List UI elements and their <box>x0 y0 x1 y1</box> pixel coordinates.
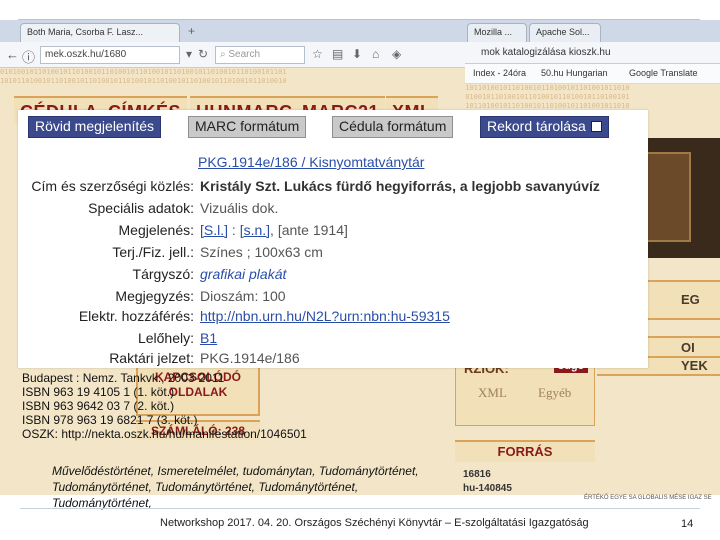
back-footer-small: ÉRTÉKŐ EGYE SA GLOBALIS MÉSE IGAZ SE <box>584 495 712 501</box>
library-icon[interactable]: ▤ <box>332 47 343 61</box>
field-value-extent: Színes ; 100x63 cm <box>200 244 323 260</box>
subjects-line-2: Tudománytörténet, Tudománytörténet, Tudo… <box>52 480 359 510</box>
version-xml-link[interactable]: XML <box>478 385 507 401</box>
field-value-subject[interactable]: grafikai plakát <box>200 266 648 282</box>
field-value-location: B1 <box>200 330 648 346</box>
bib-line-2: ISBN 963 19 4105 1 (1. köt.) <box>22 385 175 399</box>
download-icon[interactable]: ⬇ <box>352 47 362 61</box>
field-row-extent: Terj./Fiz. jell.: Színes ; 100x63 cm <box>18 244 648 264</box>
field-row-publication: Megjelenés: [S.l.] : [s.n.], [ante 1914] <box>18 222 648 242</box>
field-value-electronic: http://nbn.urn.hu/N2L?urn:nbn:hu-59315 <box>200 308 648 324</box>
back-address-text: mok katalogizálása kioszk.hu <box>481 47 611 58</box>
field-label: Tárgyszó: <box>132 266 194 282</box>
url-input[interactable]: mek.oszk.hu/1680 <box>40 46 180 64</box>
field-value-publication: [S.l.] : [s.n.], [ante 1914] <box>200 222 648 238</box>
back-address-bar[interactable]: mok katalogizálása kioszk.hu <box>461 42 720 64</box>
bib-line-3: ISBN 963 9642 03 7 (2. köt.) <box>22 399 175 413</box>
bib-line-5[interactable]: OSZK: http://nekta.oszk.hu/hu/manifestat… <box>22 427 444 441</box>
forras-header: FORRÁS <box>455 440 595 462</box>
new-tab-icon[interactable]: + <box>188 24 195 38</box>
field-row-shelfmark: Raktári jelzet: PKG.1914e/186 <box>18 350 648 370</box>
bookmark-index[interactable]: Index - 24óra <box>473 68 526 78</box>
record-title-link[interactable]: PKG.1914e/186 / Kisnyomtatványtár <box>198 154 424 170</box>
main-tab[interactable]: Both Maria, Csorba F. Lasz... <box>20 23 180 42</box>
page-number: 14 <box>681 518 694 530</box>
back-arrow-icon[interactable]: ← <box>6 47 19 62</box>
bookmark-50hu[interactable]: 50.hu Hungarian <box>541 68 608 78</box>
bib-line-1: Budapest : Nemz. Tankvk., 2003-2011 <box>22 371 225 385</box>
cedula-format-button[interactable]: Cédula formátum <box>332 116 454 138</box>
home-icon[interactable]: ⌂ <box>372 47 379 61</box>
field-row-electronic: Elektr. hozzáférés: http://nbn.urn.hu/N2… <box>18 308 648 328</box>
record-popup: Rövid megjelenítés MARC formátum Cédula … <box>18 110 648 368</box>
bookmark-google-translate[interactable]: Google Translate <box>629 68 698 78</box>
shield-icon[interactable]: ◈ <box>392 47 401 61</box>
field-label: Terj./Fiz. jell.: <box>112 244 194 260</box>
back-tab-1[interactable]: Mozilla ... <box>467 23 527 42</box>
bib-line-4: ISBN 978 963 19 6821 7 (3. köt.) <box>22 413 198 427</box>
bib-details: Budapest : Nemz. Tankvk., 2003-2011 ISBN… <box>22 371 444 441</box>
field-label: Speciális adatok: <box>88 200 194 216</box>
reload-icon[interactable]: ↻ <box>198 47 208 61</box>
subjects-line-1: Művelődéstörténet, Ismeretelmélet, tudom… <box>52 464 419 478</box>
star-icon[interactable]: ☆ <box>312 47 323 61</box>
field-row-note: Megjegyzés: Dioszám: 100 <box>18 288 648 308</box>
field-value-shelfmark: PKG.1914e/186 <box>200 350 300 366</box>
binary-strip: 0101001011010010110100101101001011010010… <box>0 68 287 85</box>
id-code-1: 16816 <box>463 469 491 480</box>
search-placeholder: Search <box>228 49 261 60</box>
publication-separator-1: : <box>228 222 240 238</box>
field-row-special: Speciális adatok: Vizuális dok. <box>18 200 648 220</box>
publication-date: , [ante 1914] <box>270 222 348 238</box>
field-label: Elektr. hozzáférés: <box>78 308 194 324</box>
save-record-checkbox[interactable] <box>590 121 602 132</box>
save-record-button[interactable]: Rekord tárolása <box>480 116 609 138</box>
short-view-button[interactable]: Rövid megjelenítés <box>28 116 162 138</box>
back-tab-2[interactable]: Apache Sol... <box>529 23 601 42</box>
back-bookmarks-bar: Index - 24óra 50.hu Hungarian Google Tra… <box>461 64 720 84</box>
publisher-link[interactable]: [s.n.] <box>240 222 270 238</box>
field-row-location: Lelőhely: B1 <box>18 330 648 350</box>
version-egyeb-link[interactable]: Egyéb <box>538 385 571 401</box>
footer-divider <box>20 508 700 509</box>
field-value-special: Vizuális dok. <box>200 200 279 216</box>
footer-text: Networkshop 2017. 04. 20. Országos Széch… <box>160 517 589 529</box>
subject-list: Művelődéstörténet, Ismeretelmélet, tudom… <box>52 463 442 511</box>
field-label: Megjelenés: <box>118 222 195 238</box>
field-row-subject: Tárgyszó: grafikai plakát <box>18 266 648 286</box>
info-icon[interactable]: ⓘ <box>22 47 35 66</box>
field-row-title: Cím és szerzőségi közlés: Kristály Szt. … <box>18 178 648 198</box>
id-codes: 16816 hu-140845 <box>463 468 512 496</box>
field-value-title: Kristály Szt. Lukács fürdő hegyiforrás, … <box>200 178 600 194</box>
field-label: Cím és szerzőségi közlés: <box>31 178 194 194</box>
search-input[interactable]: ⌕ Search <box>215 46 305 64</box>
location-link[interactable]: B1 <box>200 330 217 346</box>
field-value-note: Dioszám: 100 <box>200 288 286 304</box>
field-label: Raktári jelzet: <box>109 350 194 366</box>
place-link[interactable]: [S.l.] <box>200 222 228 238</box>
field-label: Megjegyzés: <box>115 288 194 304</box>
marc-format-button[interactable]: MARC formátum <box>188 116 307 138</box>
main-toolbar: ← ⓘ mek.oszk.hu/1680 ▾ ↻ ⌕ Search ☆ ▤ ⬇ … <box>0 42 465 68</box>
id-code-2: hu-140845 <box>463 483 512 494</box>
field-label: Lelőhely: <box>137 330 194 346</box>
back-tab-strip: Mozilla ... Apache Sol... <box>461 20 720 42</box>
main-tab-strip: Both Maria, Csorba F. Lasz... + <box>0 20 465 42</box>
save-record-label: Rekord tárolása <box>487 118 586 134</box>
dropdown-icon[interactable]: ▾ <box>186 47 192 61</box>
electronic-access-link[interactable]: http://nbn.urn.hu/N2L?urn:nbn:hu-59315 <box>200 308 450 324</box>
